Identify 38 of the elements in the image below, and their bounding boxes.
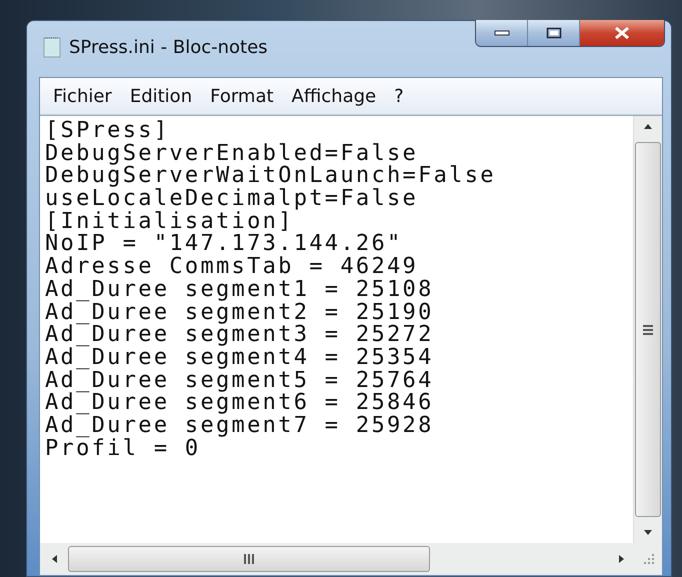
text-line: Ad_Duree segment7 = 25928 — [45, 414, 435, 438]
grip-icon — [243, 553, 255, 565]
text-line: useLocaleDecimalpt=False — [45, 188, 418, 211]
text-line: Ad_Duree segment4 = 25354 — [45, 346, 435, 370]
maximize-icon — [546, 27, 562, 39]
minimize-icon — [494, 30, 510, 36]
text-line: [Initialisation] — [45, 210, 294, 234]
scroll-right-icon[interactable] — [618, 553, 626, 565]
text-line: Ad_Duree segment5 = 25764 — [45, 370, 435, 392]
text-line: [SPress] — [45, 120, 170, 143]
vertical-scrollbar[interactable] — [633, 116, 662, 543]
text-line: Profil = 0 — [45, 438, 200, 460]
scroll-thumb[interactable] — [635, 142, 661, 517]
text-line: Ad_Duree segment1 = 25108 — [45, 278, 435, 302]
text-line: Adresse CommsTab = 46249 — [45, 256, 420, 279]
grip-icon — [642, 324, 654, 336]
minimize-button[interactable] — [476, 20, 528, 46]
scroll-thumb[interactable] — [68, 546, 430, 572]
menu-item[interactable]: Format — [199, 86, 281, 106]
close-icon — [613, 26, 631, 40]
maximize-button[interactable] — [528, 20, 580, 46]
menu-item[interactable]: Edition — [118, 86, 200, 106]
menu-item[interactable]: Fichier — [42, 86, 119, 106]
scroll-up-icon[interactable] — [642, 122, 654, 130]
menu-item[interactable]: Affichage — [280, 86, 384, 106]
window-title: SPress.ini - Bloc-notes — [69, 36, 268, 58]
notepad-icon — [43, 36, 61, 58]
text-line: NoIP = "147.173.144.26" — [45, 233, 404, 256]
text-line: Ad_Duree segment3 = 25272 — [45, 324, 435, 347]
text-line: DebugServerEnabled=False — [45, 142, 418, 166]
close-button[interactable] — [580, 20, 664, 46]
text-line: DebugServerWaitOnLaunch=False — [45, 165, 497, 188]
resize-grip-icon[interactable] — [642, 552, 656, 566]
scroll-left-icon[interactable] — [50, 553, 58, 565]
text-line: Ad_Duree segment2 = 25190 — [45, 302, 435, 324]
text-line: Ad_Duree segment6 = 25846 — [45, 392, 435, 415]
scroll-down-icon[interactable] — [642, 529, 654, 537]
menu-item[interactable]: ? — [383, 86, 411, 106]
